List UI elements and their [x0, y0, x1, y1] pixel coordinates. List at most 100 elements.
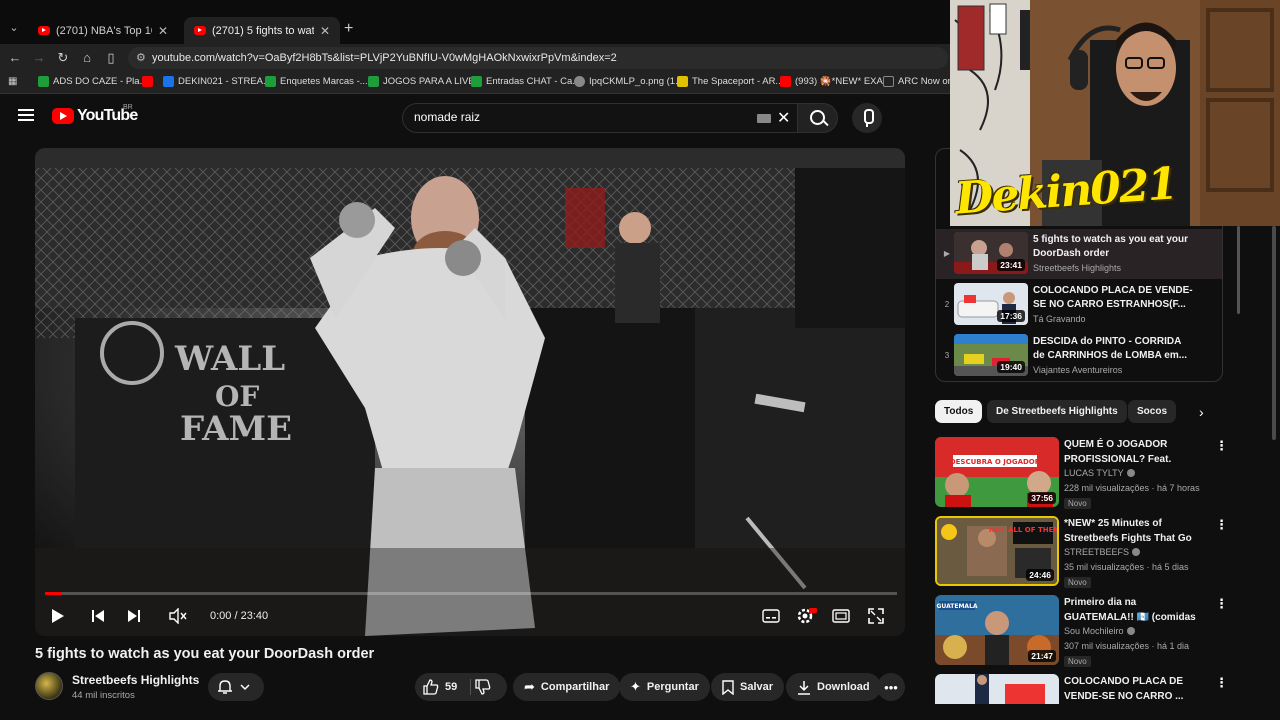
sheets-icon: [265, 76, 276, 87]
keyboard-icon[interactable]: [757, 114, 771, 123]
browser-tab-2[interactable]: (2701) 5 fights to watch as you ✕: [184, 17, 340, 44]
share-label: Compartilhar: [540, 681, 610, 693]
chip-all[interactable]: Todos: [935, 400, 983, 423]
like-button[interactable]: 59: [415, 673, 470, 701]
video-thumbnail: NOT ALL OF THEM DID 24:46: [935, 516, 1059, 586]
playlist-thumbnail: 19:40: [954, 334, 1028, 376]
apps-icon[interactable]: ▦: [8, 76, 17, 87]
more-vertical-icon[interactable]: ⋮: [1215, 675, 1228, 691]
tab-title: (2701) NBA's Top 10 Plays Of Th: [56, 24, 152, 37]
back-icon[interactable]: ←: [6, 50, 24, 65]
playlist-item-channel: Streetbeefs Highlights: [1033, 263, 1122, 273]
bookmark-7[interactable]: IpqCKMLP_o.png (1...: [574, 76, 683, 87]
bookmark-3[interactable]: DEKIN021 - STREA...: [163, 76, 271, 87]
home-icon[interactable]: ⌂: [78, 50, 96, 65]
bookmark-9[interactable]: (993) 🎇*NEW* EXA...: [780, 76, 891, 87]
bookmark-label: DEKIN021 - STREA...: [178, 76, 271, 87]
svg-text:WALL: WALL: [174, 339, 285, 379]
clear-icon[interactable]: ✕: [777, 108, 790, 128]
like-dislike-group: 59: [415, 673, 507, 701]
video-player[interactable]: WALL OF FAME 0:00 / 23:40: [35, 148, 905, 636]
channel-name[interactable]: Streetbeefs Highlights: [72, 673, 199, 687]
thumbnail-text: NOT ALL OF THEM DID: [989, 526, 1057, 534]
search-box[interactable]: ✕: [402, 103, 798, 133]
recommendation-title: *NEW* 25 Minutes of Streetbeefs Fights T…: [1064, 518, 1192, 544]
fullscreen-button[interactable]: [868, 606, 884, 626]
sparkle-icon: ✦: [630, 679, 641, 694]
playlist-item[interactable]: 3 19:40 DESCIDA do PINTO - CORRIDA de CA…: [936, 331, 1222, 381]
menu-icon[interactable]: [18, 109, 34, 121]
close-icon[interactable]: ✕: [320, 24, 330, 38]
recommendation-item[interactable]: NOT ALL OF THEM DID 24:46 *NEW* 25 Minut…: [935, 516, 1225, 588]
bookmark-icon: [722, 679, 734, 695]
search-input[interactable]: [414, 110, 734, 124]
dislike-button[interactable]: [475, 679, 491, 700]
video-thumbnail: GUATEMALA 21:47: [935, 595, 1059, 665]
youtube-logo[interactable]: YouTube BR: [52, 104, 138, 125]
bookmark-label: Entradas CHAT - Ca...: [486, 76, 581, 87]
ask-button[interactable]: ✦ Perguntar: [619, 673, 710, 701]
sheets-icon: [38, 76, 49, 87]
voice-search-button[interactable]: [852, 103, 882, 133]
playlist-index: 2: [944, 300, 950, 309]
url-field[interactable]: ⚙ youtube.com/watch?v=OaByf2H8bTs&list=P…: [128, 47, 948, 69]
download-label: Download: [817, 681, 870, 693]
playlist-item[interactable]: 2 17:36 COLOCANDO PLACA DE VENDE-SE NO C…: [936, 280, 1222, 330]
download-button[interactable]: Download: [786, 673, 881, 701]
save-button[interactable]: Salvar: [711, 673, 785, 701]
recommendation-item[interactable]: GUATEMALA 21:47 Primeiro dia na GUATEMAL…: [935, 595, 1225, 667]
site-info-icon[interactable]: ⚙: [136, 47, 146, 69]
spaceport-icon: [677, 76, 688, 87]
mute-button[interactable]: [169, 606, 187, 626]
share-button[interactable]: ➦ Compartilhar: [513, 673, 621, 701]
recommendation-title: Primeiro dia na GUATEMALA!! 🇬🇹 (comidas …: [1064, 597, 1196, 623]
settings-gear-icon[interactable]: [797, 606, 817, 626]
chevron-right-icon[interactable]: ›: [1199, 404, 1204, 420]
progress-bar[interactable]: [45, 592, 897, 595]
forward-icon[interactable]: →: [30, 50, 48, 65]
bookmark-label: ADS DO CAZE - Pla...: [53, 76, 148, 87]
previous-button[interactable]: [91, 606, 105, 626]
chip-from-channel[interactable]: De Streetbeefs Highlights: [987, 400, 1127, 423]
youtube-header: YouTube BR ✕: [0, 95, 950, 141]
download-icon: [798, 680, 810, 695]
more-vertical-icon[interactable]: ⋮: [1215, 596, 1228, 612]
recommendation-item[interactable]: DESCUBRA O JOGADOR 37:56 QUEM É O JOGADO…: [935, 437, 1225, 509]
video-thumbnail: DESCUBRA O JOGADOR 37:56: [935, 437, 1059, 507]
thumbnail-text: DESCUBRA O JOGADOR: [950, 458, 1041, 466]
browser-tab-1[interactable]: (2701) NBA's Top 10 Plays Of Th ✕: [28, 17, 178, 44]
play-button[interactable]: [51, 606, 65, 626]
tab-search-icon[interactable]: ⌄: [4, 18, 24, 38]
more-actions-button[interactable]: •••: [877, 673, 905, 701]
search-button[interactable]: [798, 103, 838, 133]
bookmark-8[interactable]: The Spaceport - AR...: [677, 76, 783, 87]
more-vertical-icon[interactable]: ⋮: [1215, 438, 1228, 454]
notifications-button[interactable]: [208, 673, 264, 701]
page-scrollbar[interactable]: [1272, 226, 1276, 440]
playlist-item-channel: Viajantes Aventureiros: [1033, 365, 1123, 375]
recommendation-title: COLOCANDO PLACA DE VENDE-SE NO CARRO ...: [1064, 676, 1184, 702]
playlist-scrollbar[interactable]: [1237, 226, 1240, 314]
recommendation-item[interactable]: COLOCANDO PLACA DE VENDE-SE NO CARRO ...: [935, 674, 1225, 704]
bookmark-4[interactable]: Enquetes Marcas -...: [265, 76, 368, 87]
sidebar-icon[interactable]: ▯: [102, 50, 120, 66]
next-button[interactable]: [127, 606, 141, 626]
subtitles-button[interactable]: [762, 606, 780, 626]
theater-mode-button[interactable]: [832, 606, 850, 626]
playlist-item[interactable]: ▶ 23:41 5 fights to watch as you eat you…: [936, 229, 1222, 279]
playlist-item-title: 5 fights to watch as you eat your DoorDa…: [1033, 234, 1189, 259]
more-vertical-icon[interactable]: ⋮: [1215, 517, 1228, 533]
new-tab-icon[interactable]: +: [344, 20, 353, 38]
bookmark-6[interactable]: Entradas CHAT - Ca...: [471, 76, 580, 87]
svg-text:FAME: FAME: [180, 409, 292, 449]
new-badge: Novo: [1064, 656, 1091, 667]
chip-punches[interactable]: Socos: [1128, 400, 1177, 423]
close-icon[interactable]: ✕: [158, 24, 168, 38]
bookmark-2[interactable]: [142, 76, 153, 87]
reload-icon[interactable]: ↻: [54, 50, 72, 66]
bookmark-1[interactable]: ADS DO CAZE - Pla...: [38, 76, 148, 87]
youtube-favicon-icon: [38, 26, 50, 35]
channel-avatar[interactable]: [35, 672, 63, 700]
globe-icon: [574, 76, 585, 87]
bookmark-5[interactable]: JOGOS PARA A LIVE...: [368, 76, 483, 87]
